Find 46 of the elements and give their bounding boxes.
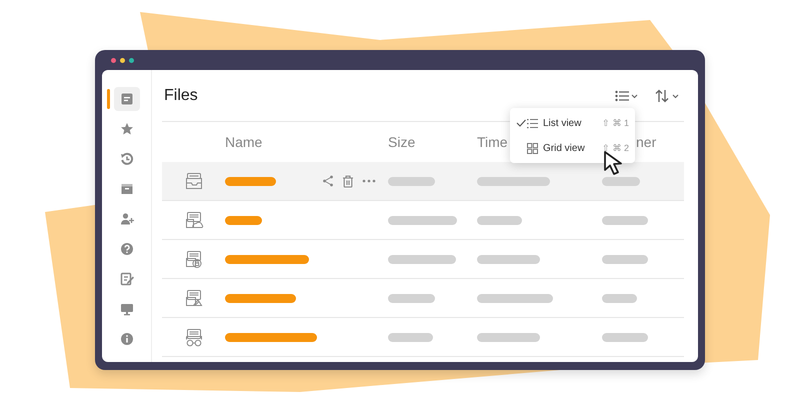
placeholder-bar [388, 332, 433, 342]
placeholder-bar [225, 294, 296, 302]
history-icon [120, 152, 134, 166]
placeholder-bar [477, 254, 540, 264]
placeholder-bar [388, 294, 435, 302]
add-user-icon [120, 212, 134, 226]
list-icon [527, 118, 538, 128]
more-icon [362, 179, 376, 183]
placeholder-bar [602, 254, 648, 264]
placeholder-bar [388, 176, 435, 186]
placeholder-bar [602, 332, 648, 342]
archive-icon [120, 182, 134, 196]
star-icon [120, 122, 134, 136]
placeholder-bar [225, 176, 276, 186]
info-icon [120, 332, 134, 346]
placeholder-bar [388, 216, 457, 224]
active-indicator [106, 89, 110, 109]
placeholder-bar [225, 216, 262, 224]
placeholder-bar [602, 216, 648, 224]
more-button[interactable] [362, 179, 376, 183]
help-icon [120, 242, 134, 256]
column-header: Size [388, 134, 416, 150]
window-control-dot[interactable] [120, 58, 125, 62]
placeholder-bar [602, 176, 640, 186]
menu-item[interactable]: List view ⇧ ⌘ 1 [510, 113, 635, 133]
delete-button[interactable] [342, 174, 354, 188]
trash-icon [342, 174, 354, 188]
window-control-dot[interactable] [111, 58, 116, 62]
monitor-icon [120, 302, 134, 316]
placeholder-bar [602, 294, 637, 302]
share-icon [322, 175, 334, 187]
placeholder-bar [477, 332, 540, 342]
placeholder-bar [388, 254, 456, 264]
column-header: ner [636, 134, 656, 150]
column-header: Name [225, 134, 262, 150]
grid-icon [527, 142, 538, 154]
column-header: Time [477, 134, 508, 150]
sort-icon [655, 88, 681, 102]
share-button[interactable] [322, 175, 334, 187]
edit-icon [120, 272, 134, 286]
page-title: Files [163, 86, 199, 104]
menu-item[interactable]: Grid view ⇧ ⌘ 2 [510, 138, 635, 158]
list-icon [615, 90, 639, 102]
document-icon [120, 92, 134, 106]
window-control-dot[interactable] [129, 58, 134, 62]
placeholder-bar [477, 216, 522, 224]
